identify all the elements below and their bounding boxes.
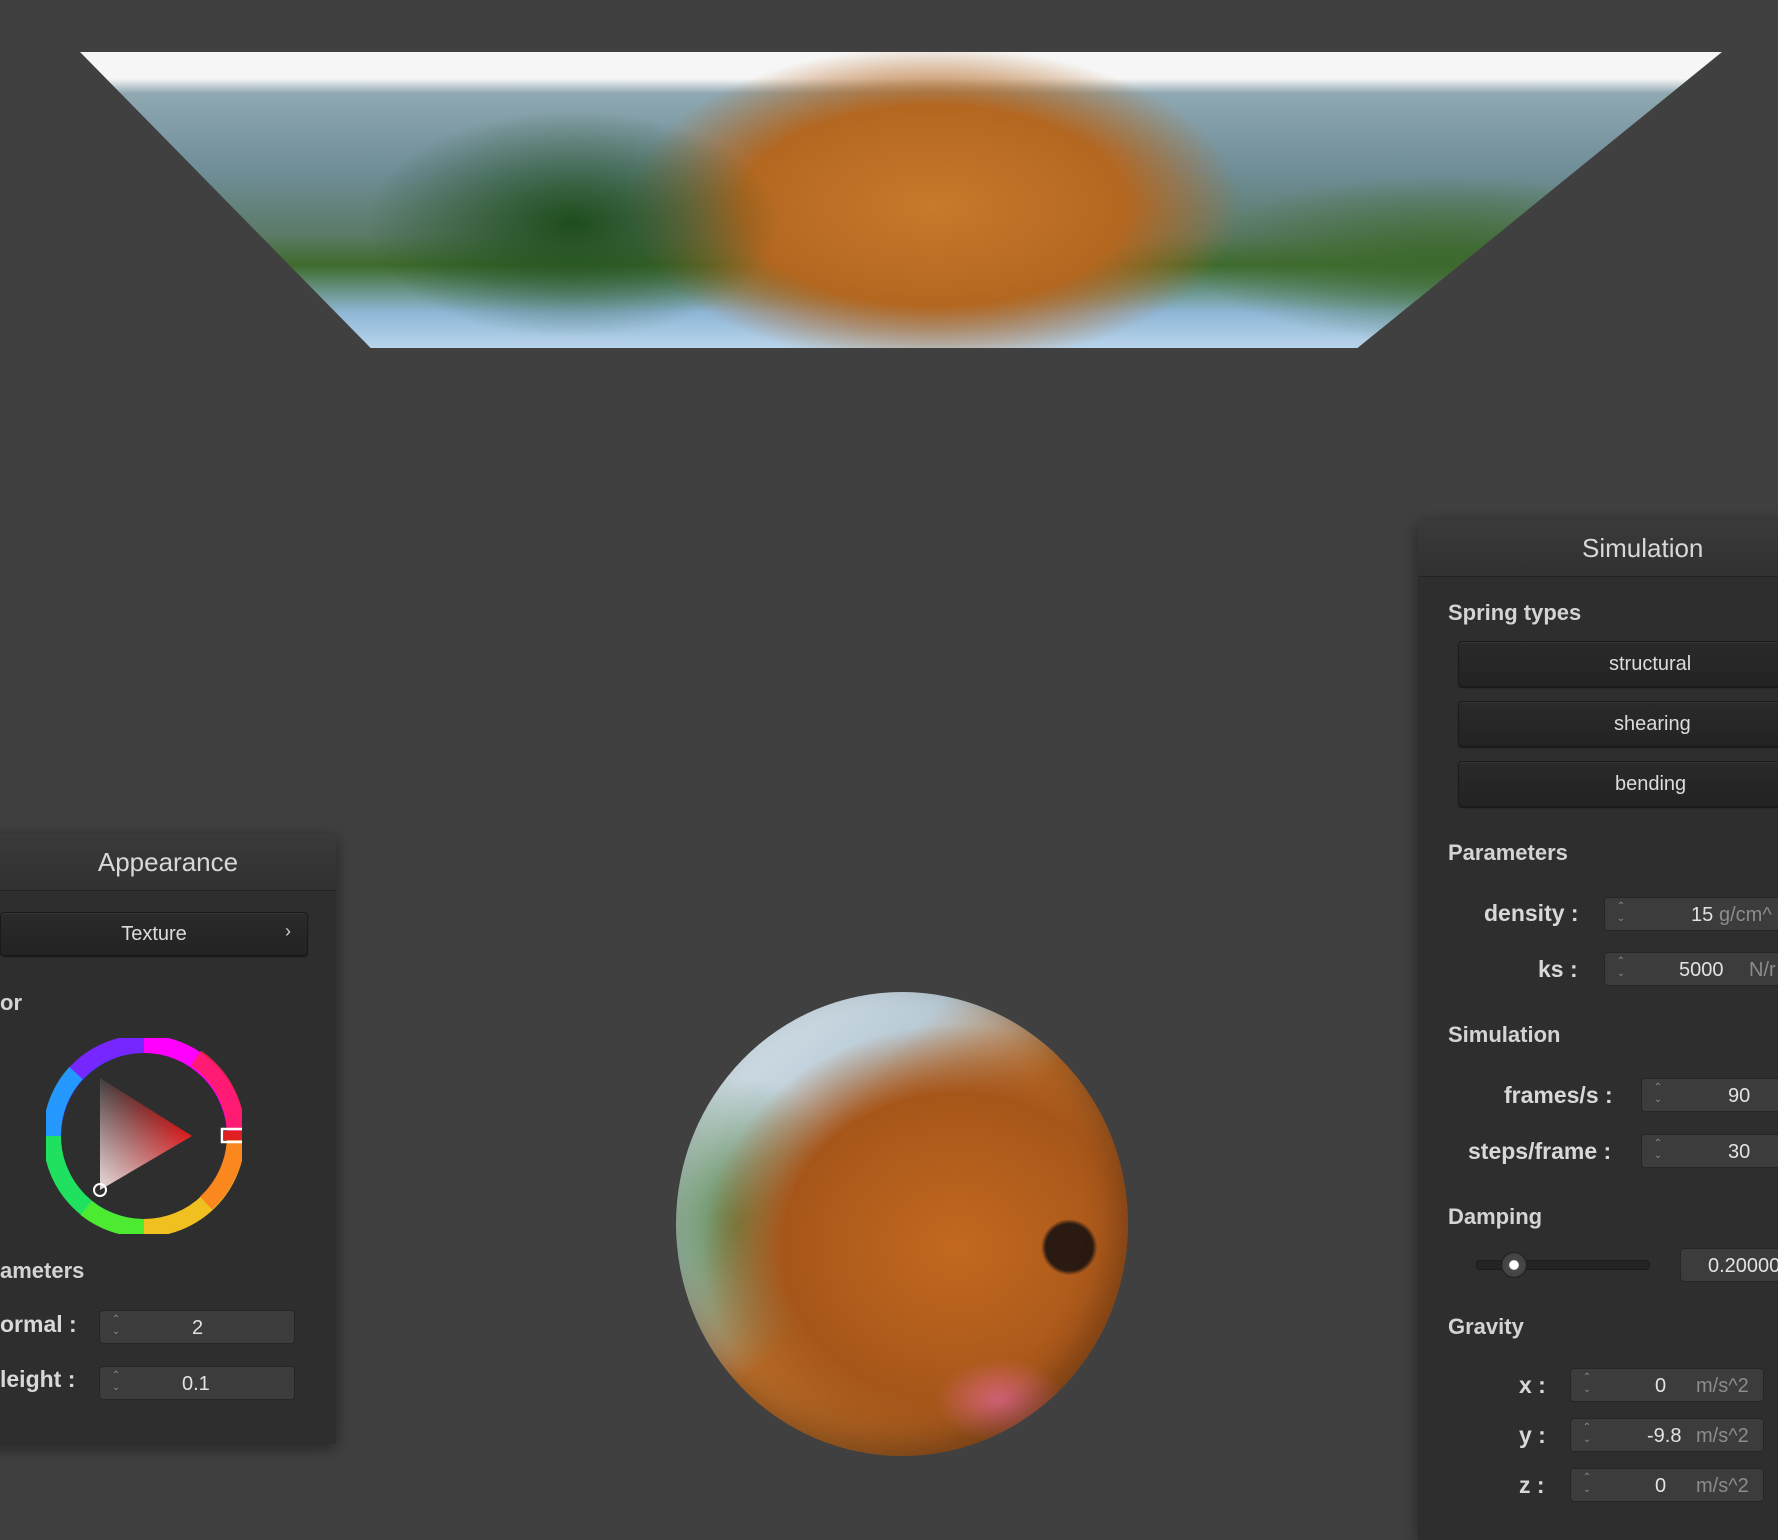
appearance-panel: Appearance Texture › or ameters ormal: …	[0, 834, 336, 1444]
gravity-z-input[interactable]: ⌃ ⌄ 0 m/s^2	[1570, 1468, 1764, 1502]
ks-value: 5000	[1679, 959, 1724, 981]
chevron-right-icon: ›	[285, 921, 291, 941]
color-wheel[interactable]	[46, 1038, 242, 1234]
normal-label: ormal :	[0, 1311, 77, 1337]
damping-slider[interactable]	[1476, 1252, 1650, 1278]
appearance-title-text: Appearance	[97, 846, 239, 877]
steps-value: 30	[1728, 1141, 1751, 1163]
spin-arrows-icon[interactable]: ⌃ ⌄	[1581, 1422, 1593, 1448]
damping-value: 0.20000	[1708, 1255, 1778, 1277]
structural-label: structural	[1609, 653, 1692, 675]
density-value: 15	[1691, 904, 1714, 926]
spin-arrows-icon[interactable]: ⌃ ⌄	[110, 1370, 122, 1396]
spring-types-section-title: Spring types	[1448, 600, 1582, 625]
gravity-x-label: x :	[1519, 1372, 1546, 1398]
structural-spring-button[interactable]: structural	[1458, 641, 1778, 687]
shearing-spring-button[interactable]: shearing	[1458, 701, 1778, 747]
gravity-x-value: 0	[1655, 1375, 1667, 1397]
gravity-z-label: z :	[1519, 1472, 1545, 1498]
gravity-y-unit: m/s^2	[1696, 1425, 1749, 1447]
ks-unit: N/r	[1749, 959, 1776, 981]
frames-per-second-label: frames/s :	[1504, 1082, 1613, 1108]
gravity-z-unit: m/s^2	[1696, 1475, 1749, 1497]
gravity-z-value: 0	[1655, 1475, 1667, 1497]
bending-spring-button[interactable]: bending	[1458, 761, 1778, 807]
gravity-x-unit: m/s^2	[1696, 1375, 1749, 1397]
density-label: density :	[1484, 900, 1579, 926]
simulation-panel-title: Simulation	[1418, 520, 1778, 577]
color-section-title: or	[0, 990, 22, 1015]
fps-value: 90	[1728, 1085, 1751, 1107]
damping-slider-handle[interactable]	[1501, 1252, 1527, 1278]
spin-arrows-icon[interactable]: ⌃ ⌄	[1581, 1472, 1593, 1498]
bending-label: bending	[1615, 773, 1687, 795]
gravity-x-input[interactable]: ⌃ ⌄ 0 m/s^2	[1570, 1368, 1764, 1402]
density-unit: g/cm^	[1719, 904, 1772, 926]
ks-label: ks :	[1538, 956, 1578, 982]
steps-per-frame-input[interactable]: ⌃ ⌄ 30	[1641, 1134, 1778, 1168]
steps-per-frame-label: steps/frame :	[1468, 1138, 1612, 1164]
gravity-section-title: Gravity	[1448, 1314, 1524, 1339]
simulation-title-text: Simulation	[1582, 532, 1704, 563]
appearance-panel-title: Appearance	[0, 834, 336, 891]
parameters-section-title: ameters	[0, 1258, 85, 1283]
normal-value: 2	[192, 1317, 204, 1339]
spin-arrows-icon[interactable]: ⌃ ⌄	[110, 1314, 122, 1340]
damping-value-box[interactable]: 0.20000	[1680, 1248, 1778, 1282]
shearing-label: shearing	[1614, 713, 1691, 735]
textured-cloth-plane	[80, 52, 1722, 348]
height-value: 0.1	[182, 1373, 210, 1395]
texture-button[interactable]: Texture ›	[0, 912, 308, 956]
spin-arrows-icon[interactable]: ⌃ ⌄	[1652, 1082, 1664, 1108]
spin-arrows-icon[interactable]: ⌃ ⌄	[1652, 1138, 1664, 1164]
height-label: leight :	[0, 1366, 76, 1392]
gravity-y-value: -9.8	[1647, 1425, 1682, 1447]
ks-input[interactable]: ⌃ ⌄ 5000 N/r	[1604, 952, 1778, 986]
spin-arrows-icon[interactable]: ⌃ ⌄	[1615, 956, 1627, 982]
spin-arrows-icon[interactable]: ⌃ ⌄	[1581, 1372, 1593, 1398]
damping-section-title: Damping	[1448, 1204, 1543, 1229]
spin-arrows-icon[interactable]: ⌃ ⌄	[1615, 901, 1627, 927]
gravity-y-label: y :	[1519, 1422, 1546, 1448]
height-input[interactable]: ⌃ ⌄ 0.1	[99, 1366, 295, 1400]
simulation-section-title: Simulation	[1448, 1022, 1561, 1047]
density-input[interactable]: ⌃ ⌄ 15 g/cm^	[1604, 897, 1778, 931]
texture-button-label: Texture	[121, 922, 187, 945]
textured-sphere	[676, 992, 1128, 1456]
normal-input[interactable]: ⌃ ⌄ 2	[99, 1310, 295, 1344]
gravity-y-input[interactable]: ⌃ ⌄ -9.8 m/s^2	[1570, 1418, 1764, 1452]
simulation-panel: Simulation Spring types structural shear…	[1418, 520, 1778, 1540]
parameters-section-title: Parameters	[1448, 840, 1568, 865]
frames-per-second-input[interactable]: ⌃ ⌄ 90	[1641, 1078, 1778, 1112]
